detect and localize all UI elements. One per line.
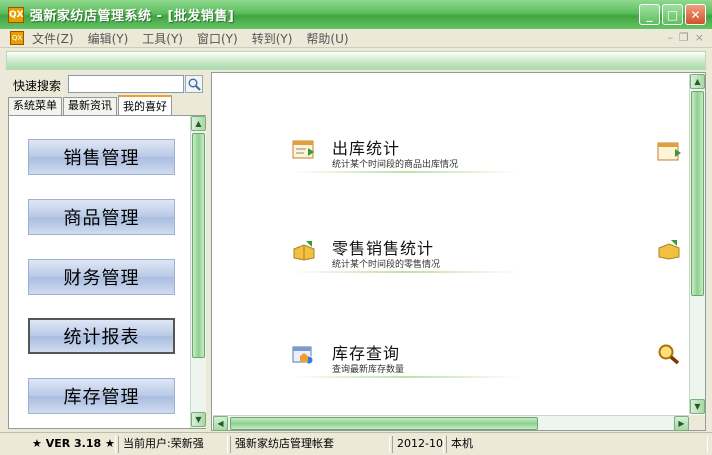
box-arrow-icon[interactable] [657,238,681,260]
minimize-button[interactable]: _ [639,4,660,25]
left-vertical-scrollbar[interactable]: ▲ ▼ [190,116,206,428]
feature-divider [292,271,520,273]
inventory-query-icon [292,346,314,365]
mdi-controls: – ❐ × [667,31,704,44]
favorites-panel: 销售管理 商品管理 财务管理 统计报表 库存管理 ▲ ▼ [8,115,206,429]
status-account: 强新家纺店管理帐套 [230,436,390,453]
mdi-restore-button[interactable]: ❐ [679,31,689,44]
menu-file[interactable]: 文件(Z) [32,30,74,47]
inventory-management-button[interactable]: 库存管理 [28,378,175,414]
status-version: ★ VER 3.18 ★ [28,436,116,453]
feature-title: 零售销售统计 [332,239,435,258]
toolbar-strip [6,51,706,70]
finance-management-button[interactable]: 财务管理 [28,259,175,295]
search-input[interactable] [68,75,184,93]
feature-description: 查询最新库存数量 [332,365,405,375]
feature-description: 统计某个时间段的商品出库情况 [332,160,459,170]
close-button[interactable]: ✕ [685,4,706,25]
scroll-thumb[interactable] [230,417,538,430]
magnifier-icon[interactable] [657,343,681,365]
search-icon [188,78,201,91]
window-controls: _ □ ✕ [639,4,706,25]
scroll-down-button[interactable]: ▼ [690,399,705,414]
product-management-button[interactable]: 商品管理 [28,199,175,235]
menu-tools[interactable]: 工具(Y) [142,30,183,47]
content-horizontal-scrollbar[interactable]: ◀ ▶ [213,415,689,431]
scroll-left-button[interactable]: ◀ [213,416,228,431]
left-tabs: 系统菜单 最新资讯 我的喜好 [8,95,173,115]
feature-divider [292,376,520,378]
search-label: 快速搜索 [13,79,62,93]
scroll-up-button[interactable]: ▲ [191,116,206,131]
tab-favorites[interactable]: 我的喜好 [118,95,172,115]
mdi-minimize-button[interactable]: – [667,31,673,44]
document-arrow-icon[interactable] [657,141,681,163]
statistics-report-button[interactable]: 统计报表 [28,318,175,354]
tab-system-menu[interactable]: 系统菜单 [8,97,62,115]
left-panel: 快速搜索 系统菜单 最新资讯 我的喜好 销售管理 商品管理 财务管理 统计报表 … [5,72,207,429]
feature-title: 库存查询 [332,344,401,363]
menu-bar: QX 文件(Z) 编辑(Y) 工具(Y) 窗口(Y) 转到(Y) 帮助(U) –… [0,29,712,48]
scroll-thumb[interactable] [691,91,704,296]
scroll-up-button[interactable]: ▲ [690,74,705,89]
status-current-user: 当前用户:荣新强 [118,436,228,453]
feature-description: 统计某个时间段的零售情况 [332,260,441,270]
sales-management-button[interactable]: 销售管理 [28,139,175,175]
status-bar: ★ VER 3.18 ★ 当前用户:荣新强 强新家纺店管理帐套 2012-10 … [0,432,712,455]
scroll-corner [689,415,705,430]
scroll-down-button[interactable]: ▼ [191,412,206,427]
content-vertical-scrollbar[interactable]: ▲ ▼ [689,74,705,414]
window-title: 强新家纺店管理系统 - [批发销售] [30,9,235,24]
status-machine: 本机 [446,436,708,453]
app-menu-icon[interactable]: QX [10,31,24,45]
scroll-thumb[interactable] [192,133,205,358]
menu-help[interactable]: 帮助(U) [306,30,348,47]
module-button-list: 销售管理 商品管理 财务管理 统计报表 库存管理 [9,116,191,428]
maximize-button[interactable]: □ [662,4,683,25]
menu-edit[interactable]: 编辑(Y) [88,30,129,47]
status-date: 2012-10 [392,436,444,453]
mdi-close-button[interactable]: × [695,31,704,44]
app-icon: QX [8,6,24,23]
title-bar: QX 强新家纺店管理系统 - [批发销售] _ □ ✕ [0,0,712,29]
scroll-right-button[interactable]: ▶ [674,416,689,431]
menu-goto[interactable]: 转到(Y) [252,30,293,47]
tab-latest-news[interactable]: 最新资讯 [63,97,117,115]
menu-window[interactable]: 窗口(Y) [197,30,238,47]
feature-title: 出库统计 [332,139,401,158]
search-button[interactable] [185,75,203,93]
outbound-stats-icon [292,140,314,159]
main-content: 出库统计 统计某个时间段的商品出库情况 零售销售统计 统计某个时间段的零售情况 … [211,72,706,431]
feature-divider [292,171,520,173]
retail-stats-icon [293,241,315,261]
